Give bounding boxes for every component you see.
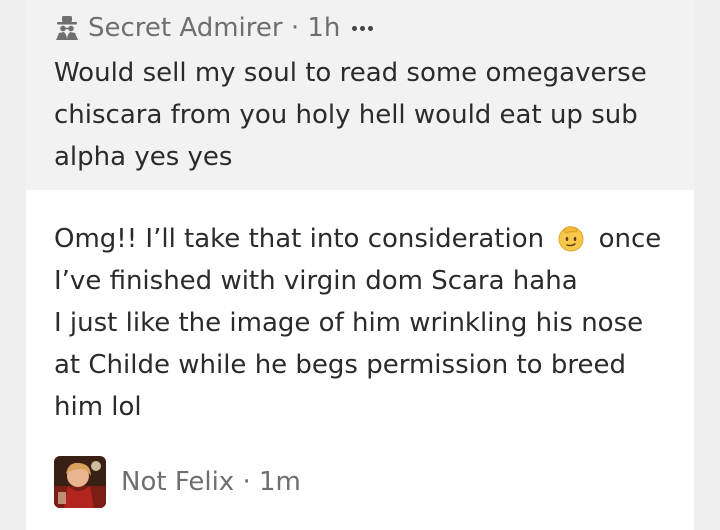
comment-separator: · xyxy=(242,467,251,497)
question-text: Would sell my soul to read some omegaver… xyxy=(54,58,647,172)
spy-incognito-icon xyxy=(54,15,80,41)
answer-text: Omg!! I’ll take that into consideration … xyxy=(54,218,684,428)
meta-separator: · xyxy=(290,13,300,43)
answer-line-1-end: once xyxy=(598,224,662,254)
answer-line-3: I just like the image of him wrinkling h… xyxy=(54,308,644,338)
question-author: Secret Admirer xyxy=(88,13,283,43)
anonymous-question: Secret Admirer · 1h Would sell my soul t… xyxy=(26,0,694,190)
answer-line-5: him lol xyxy=(54,392,142,422)
question-meta: Secret Admirer · 1h xyxy=(88,13,340,43)
comment-author[interactable]: Not Felix xyxy=(121,467,234,497)
answer-line-1-text: Omg!! I’ll take that into consideration xyxy=(54,224,545,254)
saluting-face-icon xyxy=(556,223,586,253)
user-avatar[interactable] xyxy=(54,456,106,508)
comment-row[interactable]: Not Felix · 1m xyxy=(54,456,301,508)
post-card: Secret Admirer · 1h Would sell my soul t… xyxy=(26,0,694,530)
comment-time: 1m xyxy=(258,467,301,497)
more-dots-icon[interactable] xyxy=(352,15,374,41)
question-time: 1h xyxy=(307,13,341,43)
answer-line-1: Omg!! I’ll take that into consideration … xyxy=(54,218,684,260)
answer-line-2: I’ve finished with virgin dom Scara haha xyxy=(54,266,578,296)
question-header: Secret Admirer · 1h xyxy=(54,10,374,46)
comment-meta: Not Felix · 1m xyxy=(121,467,301,497)
answer-line-4: at Childe while he begs permission to br… xyxy=(54,350,626,380)
